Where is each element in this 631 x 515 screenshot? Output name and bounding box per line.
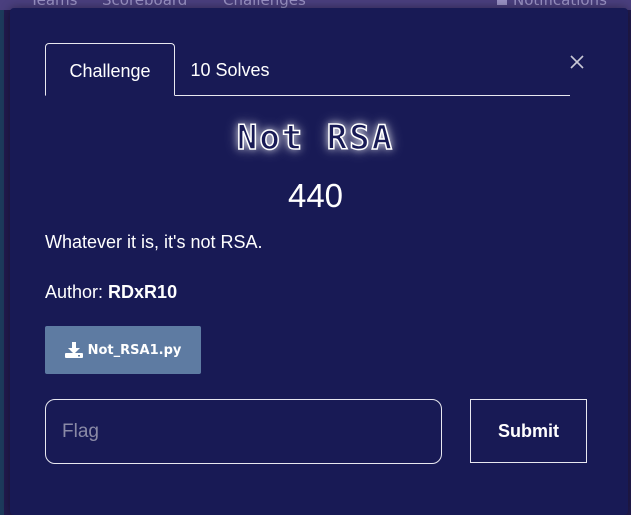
file-name: Not_RSA1.py — [87, 342, 182, 358]
submit-button[interactable]: Submit — [470, 399, 587, 463]
challenge-author: Author: RDxR10 — [45, 282, 177, 303]
challenge-title: Not RSA — [236, 117, 395, 159]
tab-challenge[interactable]: Challenge — [45, 43, 175, 96]
challenge-points: 440 — [287, 177, 344, 214]
close-icon[interactable] — [567, 52, 587, 72]
bell-icon — [497, 0, 507, 5]
challenge-description: Whatever it is, it's not RSA. — [45, 232, 263, 252]
download-icon — [64, 342, 83, 358]
author-name: RDxR10 — [108, 282, 178, 302]
file-download-button[interactable]: Not_RSA1.py — [45, 326, 201, 374]
tab-solves[interactable]: 10 Solves — [175, 43, 285, 95]
background-sidebar — [0, 10, 4, 515]
flag-input[interactable] — [45, 399, 442, 464]
author-label: Author: — [45, 282, 109, 302]
challenge-tabs: Challenge 10 Solves — [45, 43, 570, 96]
